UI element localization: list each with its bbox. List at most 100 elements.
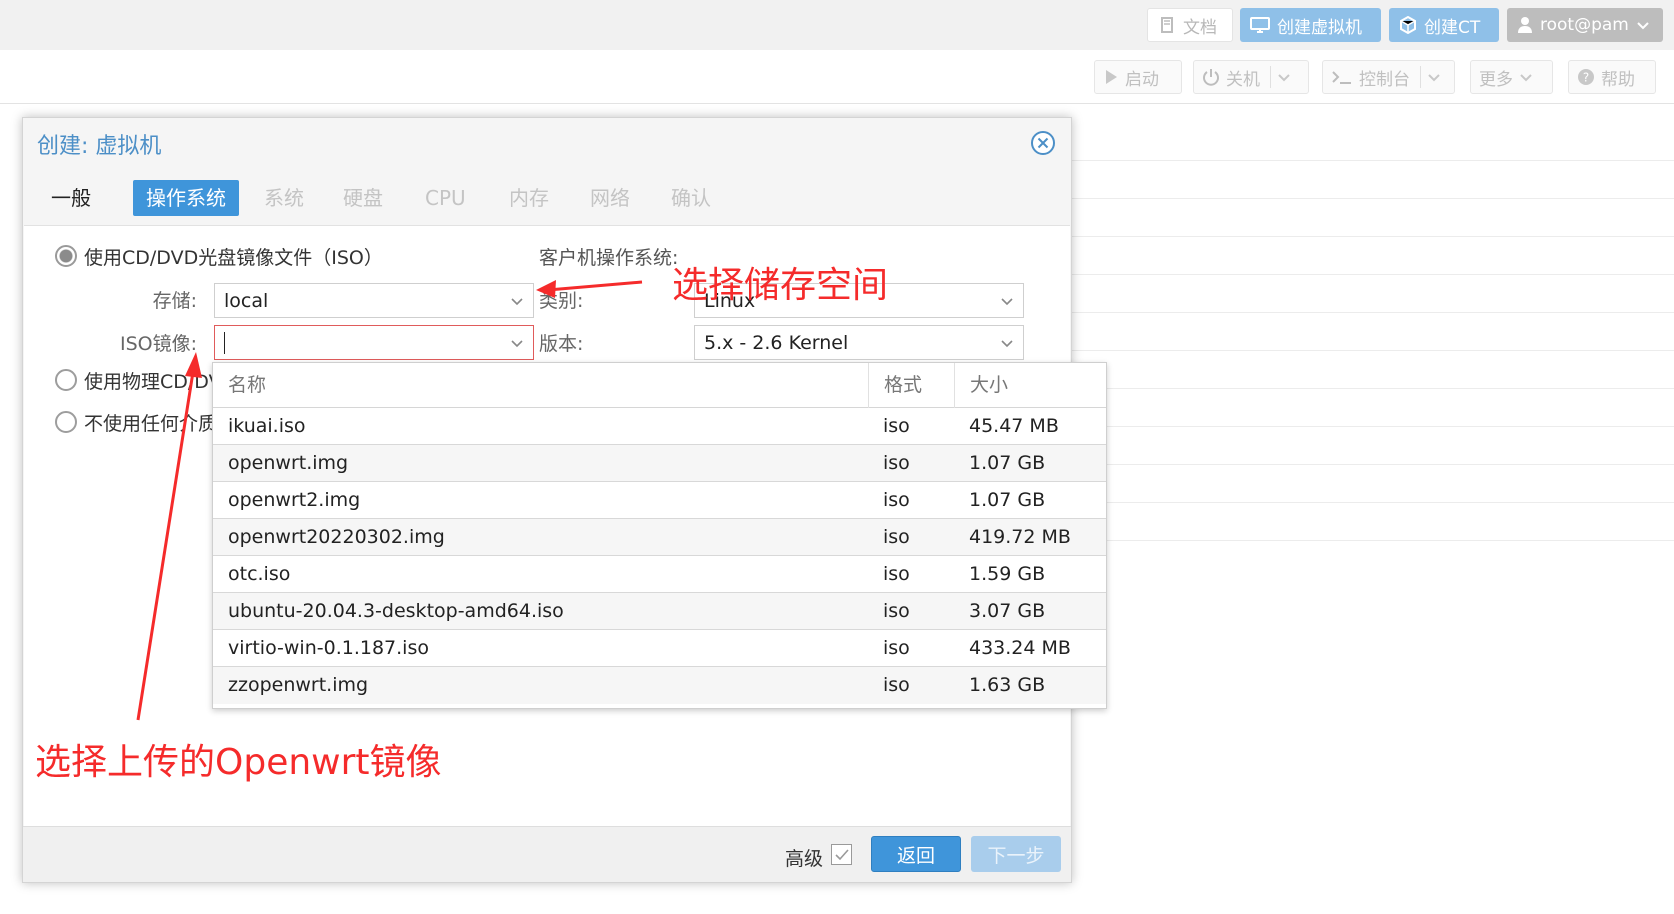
console-label: 控制台 — [1359, 69, 1410, 90]
item-size: 433.24 MB — [969, 637, 1071, 659]
item-format: iso — [883, 489, 910, 511]
column-format[interactable]: 格式 — [868, 363, 954, 408]
help-button[interactable]: ? 帮助 — [1568, 60, 1656, 94]
iso-picker-list: 名称 格式 大小 ikuai.iso iso 45.47 MB openwrt.… — [212, 362, 1107, 709]
iso-hint-annotation: 选择上传的Openwrt镜像 — [35, 742, 442, 783]
tab-system[interactable]: 系统 — [264, 180, 304, 216]
list-item[interactable]: openwrt2.img iso 1.07 GB — [213, 482, 1106, 519]
item-size: 419.72 MB — [969, 526, 1071, 548]
list-item[interactable]: openwrt.img iso 1.07 GB — [213, 445, 1106, 482]
chevron-down-icon — [1278, 74, 1290, 82]
item-size: 1.63 GB — [969, 674, 1046, 696]
list-item[interactable]: zzopenwrt.img iso 1.63 GB — [213, 667, 1106, 704]
option-use-physical-label: 使用物理CD/DV — [84, 371, 222, 393]
tab-general[interactable]: 一般 — [51, 180, 91, 216]
item-format: iso — [883, 637, 910, 659]
cube-icon — [1400, 16, 1416, 34]
grid-line — [1070, 388, 1674, 389]
top-header: 文档 创建虚拟机 创建CT root@pam — [0, 0, 1674, 50]
more-label: 更多 — [1479, 69, 1513, 90]
item-format: iso — [883, 526, 910, 548]
chevron-down-icon — [1001, 298, 1013, 306]
back-button[interactable]: 返回 — [871, 836, 961, 872]
tab-cpu[interactable]: CPU — [425, 180, 466, 216]
item-name: openwrt.img — [228, 452, 349, 474]
iso-image-label: ISO镜像: — [119, 333, 197, 355]
option-no-media-label: 不使用任何介质 — [84, 413, 218, 435]
item-format: iso — [883, 674, 910, 696]
list-item[interactable]: ubuntu-20.04.3-desktop-amd64.iso iso 3.0… — [213, 593, 1106, 630]
more-button[interactable]: 更多 — [1470, 60, 1553, 94]
item-format: iso — [883, 600, 910, 622]
user-label: root@pam — [1540, 15, 1629, 35]
start-button[interactable]: 启动 — [1094, 60, 1182, 94]
storage-value: local — [224, 289, 269, 312]
next-button[interactable]: 下一步 — [971, 836, 1061, 872]
text-cursor — [224, 331, 225, 354]
tab-network[interactable]: 网络 — [590, 180, 630, 216]
grid-line — [1070, 312, 1674, 313]
os-version-label: 版本: — [539, 333, 584, 355]
iso-image-select[interactable] — [214, 325, 534, 360]
item-name: openwrt20220302.img — [228, 526, 445, 548]
item-name: openwrt2.img — [228, 489, 361, 511]
list-item[interactable]: virtio-win-0.1.187.iso iso 433.24 MB — [213, 630, 1106, 667]
dialog-title: 创建: 虚拟机 — [37, 134, 162, 159]
storage-select[interactable]: local — [214, 283, 534, 318]
create-vm-button[interactable]: 创建虚拟机 — [1240, 8, 1381, 42]
checkmark-icon — [835, 849, 849, 861]
power-icon — [1203, 69, 1219, 86]
os-version-select[interactable]: 5.x - 2.6 Kernel — [694, 325, 1024, 360]
os-version-value: 5.x - 2.6 Kernel — [704, 331, 849, 354]
chevron-down-icon — [1520, 74, 1532, 82]
play-icon — [1106, 70, 1117, 84]
tab-confirm[interactable]: 确认 — [671, 180, 711, 216]
grid-line — [1070, 274, 1674, 275]
item-size: 3.07 GB — [969, 600, 1046, 622]
help-label: 帮助 — [1601, 69, 1635, 90]
os-type-label: 类别: — [539, 290, 584, 312]
create-vm-label: 创建虚拟机 — [1277, 17, 1362, 38]
user-icon — [1518, 17, 1532, 33]
grid-line — [1070, 464, 1674, 465]
tab-os[interactable]: 操作系统 — [133, 180, 239, 216]
picker-header: 名称 格式 大小 — [213, 363, 1106, 408]
item-size: 1.07 GB — [969, 489, 1046, 511]
list-item[interactable]: openwrt20220302.img iso 419.72 MB — [213, 519, 1106, 556]
dialog-footer: 高级 返回 下一步 — [23, 826, 1071, 882]
item-size: 45.47 MB — [969, 415, 1059, 437]
column-name[interactable]: 名称 — [213, 363, 868, 408]
radio-use-physical[interactable] — [55, 369, 77, 391]
storage-label: 存储: — [152, 290, 197, 312]
divider — [1420, 66, 1421, 88]
column-size[interactable]: 大小 — [954, 363, 1106, 408]
create-ct-label: 创建CT — [1424, 17, 1481, 38]
chevron-down-icon — [1001, 340, 1013, 348]
console-button[interactable]: 控制台 — [1322, 60, 1455, 94]
radio-no-media[interactable] — [55, 411, 77, 433]
create-ct-button[interactable]: 创建CT — [1389, 8, 1499, 42]
chevron-down-icon — [1428, 74, 1440, 82]
question-circle-icon: ? — [1578, 69, 1594, 85]
radio-use-iso[interactable] — [55, 245, 77, 267]
user-menu-button[interactable]: root@pam — [1507, 8, 1663, 42]
docs-button[interactable]: 文档 — [1147, 8, 1233, 42]
list-item[interactable]: ikuai.iso iso 45.47 MB — [213, 408, 1106, 445]
chevron-down-icon — [511, 340, 523, 348]
close-icon[interactable] — [1030, 130, 1056, 156]
advanced-checkbox[interactable] — [831, 844, 852, 865]
chevron-down-icon — [1637, 22, 1649, 30]
action-toolbar: 启动 关机 控制台 更多 ? 帮助 — [0, 50, 1674, 104]
terminal-icon — [1332, 71, 1351, 84]
svg-text:?: ? — [1583, 71, 1589, 85]
docs-label: 文档 — [1183, 17, 1217, 38]
tab-disk[interactable]: 硬盘 — [343, 180, 383, 216]
list-item[interactable]: otc.iso iso 1.59 GB — [213, 556, 1106, 593]
grid-line — [1070, 426, 1674, 427]
grid-line — [1070, 198, 1674, 199]
grid-line — [1070, 502, 1674, 503]
shutdown-button[interactable]: 关机 — [1193, 60, 1309, 94]
guest-os-label: 客户机操作系统: — [539, 247, 679, 269]
item-name: ubuntu-20.04.3-desktop-amd64.iso — [228, 600, 564, 622]
tab-memory[interactable]: 内存 — [509, 180, 549, 216]
